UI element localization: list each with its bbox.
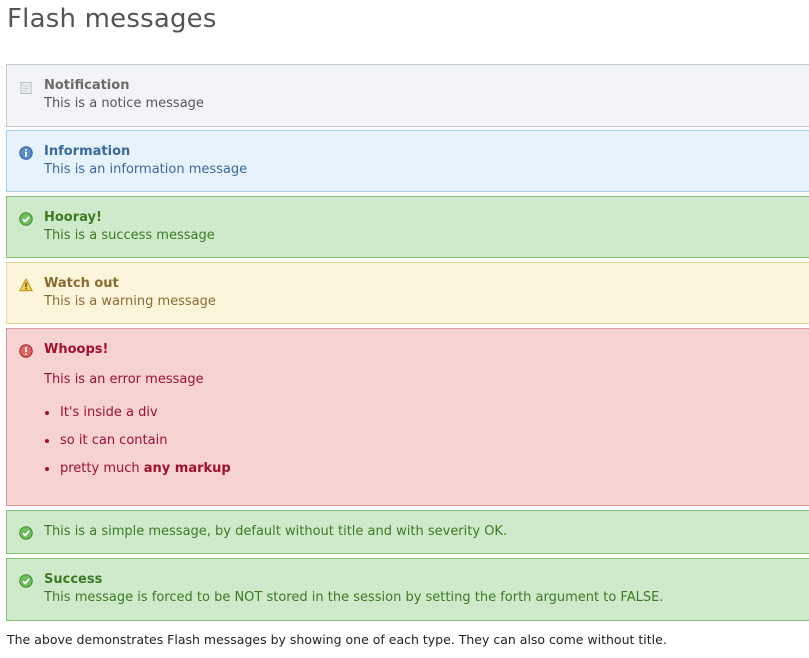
success-title: Hooray! bbox=[44, 210, 102, 225]
success2-body: This message is forced to be NOT stored … bbox=[44, 590, 664, 605]
info-title: Information bbox=[44, 144, 131, 159]
flash-notice: Notification This is a notice message bbox=[6, 64, 809, 127]
flash-warning: Watch out This is a warning message bbox=[6, 262, 809, 324]
checkmark-icon bbox=[19, 573, 33, 588]
footer-description: The above demonstrates Flash messages by… bbox=[7, 632, 667, 647]
notice-title: Notification bbox=[44, 78, 130, 93]
bold-markup-text: any markup bbox=[143, 461, 231, 476]
error-body: This is an error message bbox=[44, 372, 204, 387]
error-list: It's inside a div so it can contain pret… bbox=[44, 403, 231, 487]
error-title: Whoops! bbox=[44, 342, 109, 357]
error-exclamation-icon bbox=[19, 343, 33, 358]
success2-title: Success bbox=[44, 572, 103, 587]
list-item: It's inside a div bbox=[44, 403, 231, 431]
warning-title: Watch out bbox=[44, 276, 119, 291]
checkmark-icon bbox=[19, 525, 33, 540]
flash-error: Whoops! This is an error message It's in… bbox=[6, 328, 809, 506]
simple-body: This is a simple message, by default wit… bbox=[44, 524, 508, 539]
checkmark-icon bbox=[19, 211, 33, 226]
list-item: so it can contain bbox=[44, 431, 231, 459]
flash-info: Information This is an information messa… bbox=[6, 130, 809, 192]
notice-document-icon bbox=[19, 80, 33, 94]
flash-simple: This is a simple message, by default wit… bbox=[6, 510, 809, 554]
info-body: This is an information message bbox=[44, 162, 248, 177]
info-icon bbox=[19, 145, 33, 160]
warning-triangle-icon bbox=[18, 277, 34, 292]
success-body: This is a success message bbox=[44, 228, 215, 243]
list-item: pretty much any markup bbox=[44, 459, 231, 487]
flash-success: Hooray! This is a success message bbox=[6, 196, 809, 258]
flash-success-not-stored: Success This message is forced to be NOT… bbox=[6, 558, 809, 621]
warning-body: This is a warning message bbox=[44, 294, 216, 309]
page-title: Flash messages bbox=[7, 4, 217, 34]
notice-body: This is a notice message bbox=[44, 96, 204, 111]
